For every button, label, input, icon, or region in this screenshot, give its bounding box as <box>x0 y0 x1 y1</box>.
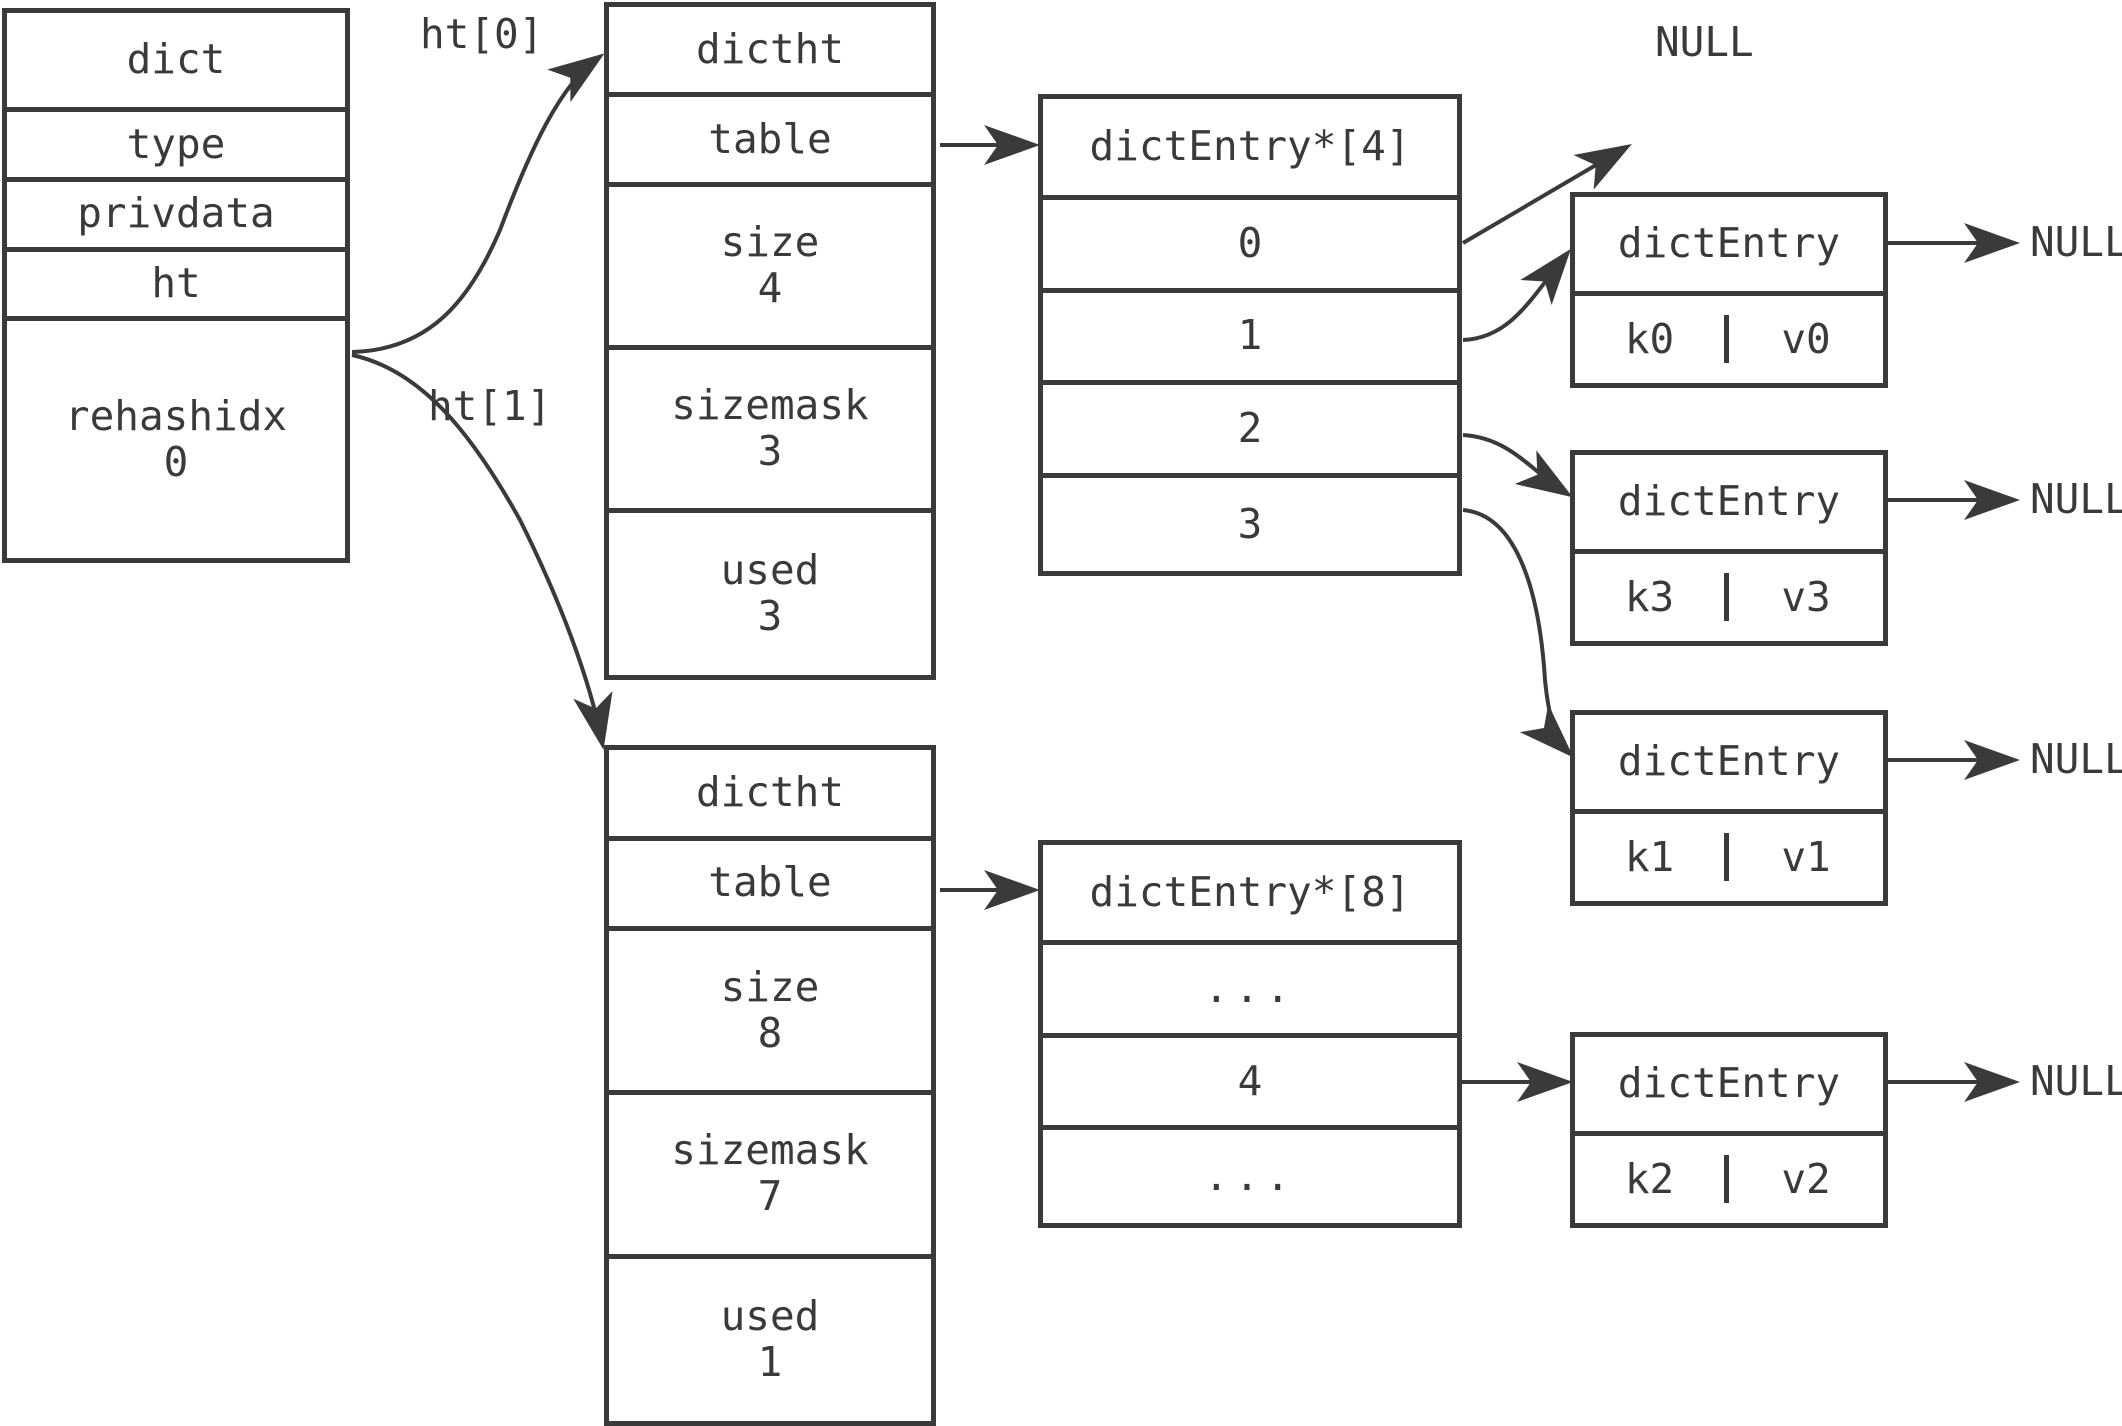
ht0-pointer-label: ht[0] <box>420 10 544 58</box>
table0-slot-2: 2 <box>1043 385 1457 478</box>
dict-entry-k2-header-row: dictEntry <box>1575 1037 1883 1136</box>
dict-entry-k3-key: k3 <box>1575 573 1729 622</box>
dictht0-sizemask-value: 3 <box>757 427 783 476</box>
dict-entry-k2-value: v2 <box>1781 1155 1831 1204</box>
dictht1-size-row: size 8 <box>609 931 931 1095</box>
dictht1-header-label: dictht <box>695 767 845 816</box>
dict-entry-k2-key: k2 <box>1575 1155 1729 1204</box>
dict-entry-k0-key: k0 <box>1575 315 1729 364</box>
diagram-canvas: dict type privdata ht rehashidx 0 ht[0] … <box>0 0 2122 1426</box>
dict-type-label: type <box>126 119 226 168</box>
null-label-entry-k0: NULL <box>2030 218 2122 266</box>
dict-entry-k2-kv-row: k2 v2 <box>1575 1135 1883 1223</box>
dictht1-used-row: used 1 <box>609 1258 931 1421</box>
dict-header-row: dict <box>7 13 345 113</box>
dict-entry-k3-header-label: dictEntry <box>1617 476 1841 525</box>
dictht0-header-label: dictht <box>695 24 845 73</box>
table0-slot-0-label: 0 <box>1237 218 1263 267</box>
table0-slot-0: 0 <box>1043 200 1457 293</box>
dictht1-header-row: dictht <box>609 750 931 841</box>
dict-header-label: dict <box>126 35 226 84</box>
table1-slot-4: 4 <box>1043 1037 1457 1131</box>
dict-entry-k3-value: v3 <box>1781 573 1831 622</box>
dictht1-size-value: 8 <box>757 1008 783 1057</box>
dict-rehashidx-value: 0 <box>163 437 189 486</box>
table0-slot-3-label: 3 <box>1237 499 1263 548</box>
table1-slot-2-label: ... <box>1203 1151 1297 1200</box>
dict-entry-k3-kv-row: k3 v3 <box>1575 553 1883 641</box>
dict-field-privdata: privdata <box>7 181 345 252</box>
arrow-slot2-entry1 <box>1462 433 1573 498</box>
dictht0-box: dictht table size 4 sizemask 3 used 3 <box>604 2 936 680</box>
dict-entry-k0-value: v0 <box>1781 315 1831 364</box>
dictht0-table-label: table <box>708 114 832 163</box>
dictht0-size-label: size <box>720 218 820 267</box>
table0-slot-2-label: 2 <box>1237 404 1263 453</box>
table1-header-row: dictEntry*[8] <box>1043 845 1457 946</box>
dict-entry-k2-header-label: dictEntry <box>1617 1058 1841 1107</box>
dict-entry-k1-kv-row: k1 v1 <box>1575 813 1883 901</box>
null-label-slot0: NULL <box>1655 18 1754 66</box>
dictht0-used-label: used <box>720 546 820 595</box>
dictht1-table-row: table <box>609 840 931 932</box>
dictht1-used-label: used <box>720 1291 820 1340</box>
table0-header-row: dictEntry*[4] <box>1043 99 1457 200</box>
dict-entry-k3: dictEntry k3 v3 <box>1570 450 1888 646</box>
table0-header-label: dictEntry*[4] <box>1089 122 1411 171</box>
dict-entry-k1-value: v1 <box>1781 833 1831 882</box>
dict-entry-k1-key: k1 <box>1575 833 1729 882</box>
dict-field-rehashidx: rehashidx 0 <box>7 321 345 558</box>
dictht1-table-label: table <box>708 858 832 907</box>
arrow-slot1-entry0 <box>1462 248 1571 342</box>
arrow-ht0 <box>351 53 605 354</box>
dict-entry-k3-header-row: dictEntry <box>1575 455 1883 554</box>
dictht0-sizemask-row: sizemask 3 <box>609 350 931 514</box>
dict-entry-k0-header-label: dictEntry <box>1617 218 1841 267</box>
dict-entry-k1-header-label: dictEntry <box>1617 736 1841 785</box>
null-label-entry-k1: NULL <box>2030 735 2122 783</box>
table0-box: dictEntry*[4] 0 1 2 3 <box>1038 94 1462 576</box>
dictht0-header-row: dictht <box>609 7 931 98</box>
dict-struct-box: dict type privdata ht rehashidx 0 <box>2 8 350 563</box>
table1-slot-ellipsis-bottom: ... <box>1043 1130 1457 1223</box>
table0-slot-1: 1 <box>1043 292 1457 385</box>
dict-entry-k0-header-row: dictEntry <box>1575 197 1883 296</box>
dict-field-type: type <box>7 112 345 182</box>
dict-privdata-label: privdata <box>77 189 275 238</box>
dictht1-sizemask-row: sizemask 7 <box>609 1094 931 1259</box>
table0-slot-1-label: 1 <box>1237 311 1263 360</box>
dictht0-used-row: used 3 <box>609 513 931 675</box>
table1-slot-0-label: ... <box>1203 964 1297 1012</box>
dictht1-sizemask-value: 7 <box>757 1172 783 1221</box>
dictht1-sizemask-label: sizemask <box>671 1126 869 1175</box>
dictht0-used-value: 3 <box>757 592 783 641</box>
null-label-entry-k3: NULL <box>2030 475 2122 523</box>
table1-slot-ellipsis-top: ... <box>1043 945 1457 1038</box>
dictht0-table-row: table <box>609 97 931 188</box>
table0-slot-3: 3 <box>1043 477 1457 571</box>
dict-field-ht: ht <box>7 251 345 322</box>
dict-entry-k1: dictEntry k1 v1 <box>1570 710 1888 906</box>
ht1-pointer-label: ht[1] <box>428 382 552 430</box>
dict-ht-label: ht <box>151 259 201 308</box>
dict-entry-k2: dictEntry k2 v2 <box>1570 1032 1888 1228</box>
dictht1-size-label: size <box>720 962 820 1011</box>
dictht1-box: dictht table size 8 sizemask 7 used 1 <box>604 745 936 1426</box>
dictht1-used-value: 1 <box>757 1337 783 1386</box>
null-label-entry-k2: NULL <box>2030 1057 2122 1105</box>
dictht0-size-value: 4 <box>757 264 783 313</box>
table1-box: dictEntry*[8] ... 4 ... <box>1038 840 1462 1228</box>
dictht0-sizemask-label: sizemask <box>671 381 869 430</box>
dict-rehashidx-label: rehashidx <box>64 391 288 440</box>
table1-slot-1-label: 4 <box>1237 1056 1263 1105</box>
dict-entry-k0-kv-row: k0 v0 <box>1575 295 1883 383</box>
dictht0-size-row: size 4 <box>609 187 931 351</box>
dict-entry-k0: dictEntry k0 v0 <box>1570 192 1888 388</box>
table1-header-label: dictEntry*[8] <box>1089 867 1411 916</box>
arrow-slot3-entry2 <box>1462 508 1574 758</box>
dict-entry-k1-header-row: dictEntry <box>1575 715 1883 814</box>
